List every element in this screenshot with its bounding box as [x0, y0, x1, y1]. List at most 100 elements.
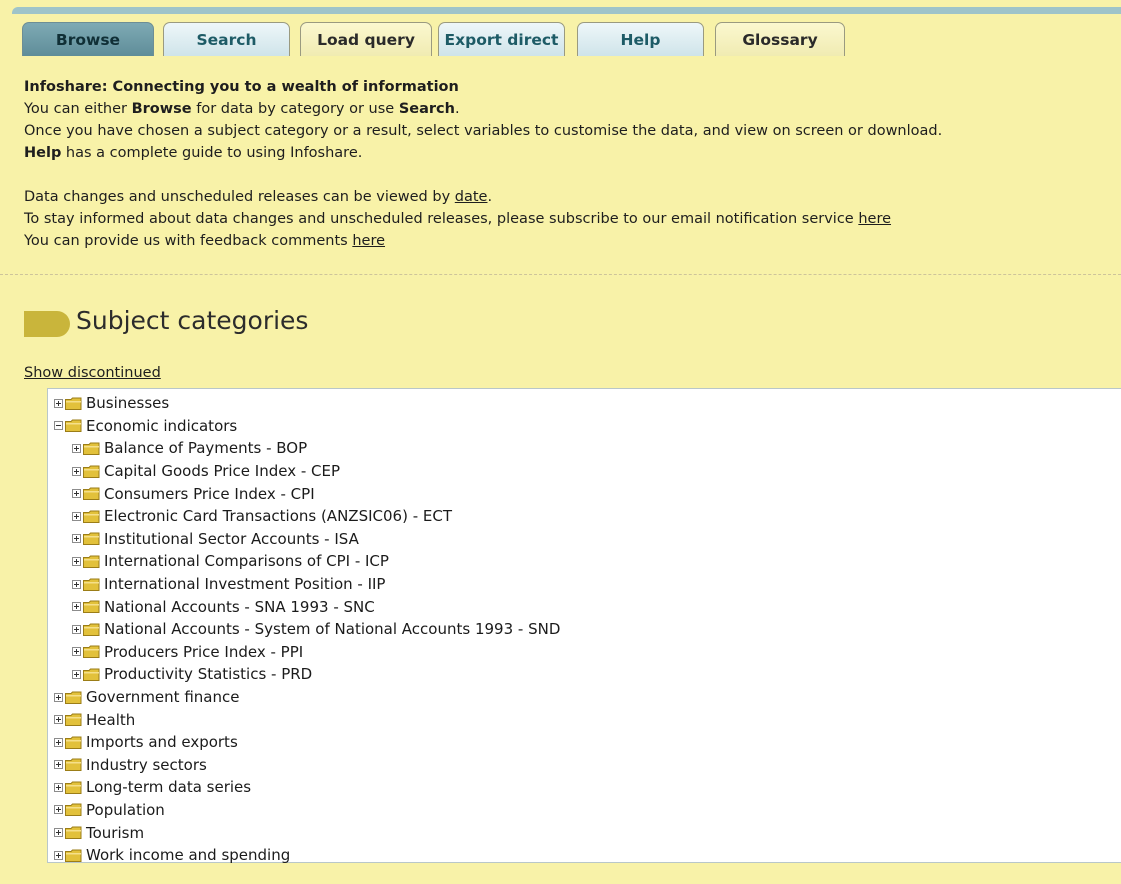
- folder-icon: [83, 623, 100, 636]
- tree-item-label[interactable]: Population: [86, 801, 165, 819]
- search-keyword: Search: [398, 101, 455, 117]
- folder-icon: [65, 849, 82, 862]
- tree-item-label[interactable]: Balance of Payments - BOP: [104, 439, 307, 457]
- folder-icon: [83, 555, 100, 568]
- tree-item-label[interactable]: National Accounts - System of National A…: [104, 620, 560, 638]
- tree-item[interactable]: Imports and exports: [54, 731, 560, 754]
- expand-toggle-icon[interactable]: [72, 511, 81, 521]
- folder-icon: [83, 645, 100, 659]
- expand-toggle-icon[interactable]: [72, 579, 81, 589]
- tree-item[interactable]: Long-term data series: [54, 776, 560, 799]
- expand-toggle-icon[interactable]: [72, 534, 81, 544]
- tree-item[interactable]: International Investment Position - IIP: [54, 573, 560, 596]
- expand-toggle-icon[interactable]: [72, 602, 81, 612]
- tree-item[interactable]: Population: [54, 799, 560, 822]
- tree-item-label[interactable]: Consumers Price Index - CPI: [104, 485, 315, 503]
- tree-item-label[interactable]: Capital Goods Price Index - CEP: [104, 462, 340, 480]
- section-marker-icon: [24, 311, 70, 337]
- folder-icon: [65, 826, 82, 840]
- folder-icon: [83, 600, 100, 614]
- expand-toggle-icon[interactable]: [72, 624, 81, 634]
- tab-export-direct[interactable]: Export direct: [438, 22, 565, 56]
- help-keyword: Help: [24, 145, 62, 161]
- tree-item-label[interactable]: National Accounts - SNA 1993 - SNC: [104, 598, 375, 616]
- tree-item-label[interactable]: Government finance: [86, 688, 239, 706]
- folder-icon: [65, 691, 82, 704]
- expand-toggle-icon[interactable]: [54, 760, 63, 770]
- tree-item[interactable]: Productivity Statistics - PRD: [54, 663, 560, 686]
- expand-toggle-icon[interactable]: [54, 737, 63, 747]
- tree-item-label[interactable]: Work income and spending: [86, 846, 290, 864]
- tree-item-label[interactable]: Productivity Statistics - PRD: [104, 665, 312, 683]
- tree-item-label[interactable]: Businesses: [86, 394, 169, 412]
- tab-load-query[interactable]: Load query: [300, 22, 432, 56]
- expand-toggle-icon[interactable]: [54, 782, 63, 792]
- intro-line-subscribe: To stay informed about data changes and …: [24, 211, 892, 227]
- tab-browse[interactable]: Browse: [22, 22, 154, 56]
- subscribe-here-link[interactable]: here: [858, 211, 891, 227]
- show-discontinued-link[interactable]: Show discontinued: [24, 365, 161, 381]
- tree-item-label[interactable]: Industry sectors: [86, 756, 207, 774]
- expand-toggle-icon[interactable]: [54, 715, 63, 725]
- folder-icon: [65, 419, 82, 433]
- folder-icon: [83, 510, 100, 523]
- folder-icon: [65, 397, 82, 410]
- tab-search[interactable]: Search: [163, 22, 290, 56]
- tree-item[interactable]: Work income and spending: [54, 844, 560, 867]
- browse-keyword: Browse: [131, 101, 192, 117]
- folder-icon: [83, 578, 100, 591]
- tree-item-label[interactable]: Health: [86, 711, 135, 729]
- tree-item[interactable]: Health: [54, 708, 560, 731]
- tree-item[interactable]: Balance of Payments - BOP: [54, 437, 560, 460]
- tree-item[interactable]: Tourism: [54, 821, 560, 844]
- tree-item-label[interactable]: Imports and exports: [86, 733, 238, 751]
- date-link[interactable]: date: [455, 189, 488, 205]
- expand-toggle-icon[interactable]: [72, 489, 81, 499]
- expand-toggle-icon[interactable]: [54, 805, 63, 815]
- expand-toggle-icon[interactable]: [54, 398, 63, 408]
- feedback-here-link[interactable]: here: [352, 233, 385, 249]
- folder-icon: [83, 442, 100, 455]
- tree-item[interactable]: Industry sectors: [54, 754, 560, 777]
- intro-section: Infoshare: Connecting you to a wealth of…: [24, 76, 1104, 252]
- folder-icon: [83, 465, 100, 478]
- expand-toggle-icon[interactable]: [54, 692, 63, 702]
- tree-item[interactable]: Institutional Sector Accounts - ISA: [54, 528, 560, 551]
- expand-toggle-icon[interactable]: [72, 466, 81, 476]
- folder-icon: [83, 668, 100, 681]
- expand-toggle-icon[interactable]: [72, 443, 81, 453]
- tree-item-label[interactable]: Institutional Sector Accounts - ISA: [104, 530, 359, 548]
- expand-toggle-icon[interactable]: [72, 647, 81, 657]
- expand-toggle-icon[interactable]: [72, 556, 81, 566]
- expand-toggle-icon[interactable]: [54, 828, 63, 838]
- tree-item[interactable]: Businesses: [54, 392, 560, 415]
- top-bar: [12, 7, 1121, 14]
- tree-item-label[interactable]: Electronic Card Transactions (ANZSIC06) …: [104, 507, 452, 525]
- expand-toggle-icon[interactable]: [54, 850, 63, 860]
- expand-toggle-icon[interactable]: [72, 669, 81, 679]
- folder-icon: [83, 532, 100, 546]
- tree-item[interactable]: Government finance: [54, 686, 560, 709]
- tab-glossary[interactable]: Glossary: [715, 22, 845, 56]
- intro-line-browse-search: You can either Browse for data by catego…: [24, 101, 460, 117]
- tree-item-label[interactable]: Economic indicators: [86, 417, 237, 435]
- tree-item-label[interactable]: Producers Price Index - PPI: [104, 643, 303, 661]
- tree-item[interactable]: Economic indicators: [54, 415, 560, 438]
- subject-categories-title: Subject categories: [76, 306, 309, 335]
- tree-item-label[interactable]: International Comparisons of CPI - ICP: [104, 552, 389, 570]
- tree-item-label[interactable]: Tourism: [86, 824, 144, 842]
- tree-item[interactable]: Consumers Price Index - CPI: [54, 482, 560, 505]
- tab-help[interactable]: Help: [577, 22, 704, 56]
- tree-item-label[interactable]: Long-term data series: [86, 778, 251, 796]
- tree-item[interactable]: National Accounts - SNA 1993 - SNC: [54, 595, 560, 618]
- folder-icon: [65, 713, 82, 727]
- collapse-toggle-icon[interactable]: [54, 421, 63, 431]
- tree-item[interactable]: Electronic Card Transactions (ANZSIC06) …: [54, 505, 560, 528]
- tree-item[interactable]: Producers Price Index - PPI: [54, 641, 560, 664]
- folder-icon: [65, 803, 82, 817]
- intro-line-help: Help has a complete guide to using Infos…: [24, 145, 363, 161]
- tree-item-label[interactable]: International Investment Position - IIP: [104, 575, 385, 593]
- tree-item[interactable]: Capital Goods Price Index - CEP: [54, 460, 560, 483]
- tree-item[interactable]: International Comparisons of CPI - ICP: [54, 550, 560, 573]
- tree-item[interactable]: National Accounts - System of National A…: [54, 618, 560, 641]
